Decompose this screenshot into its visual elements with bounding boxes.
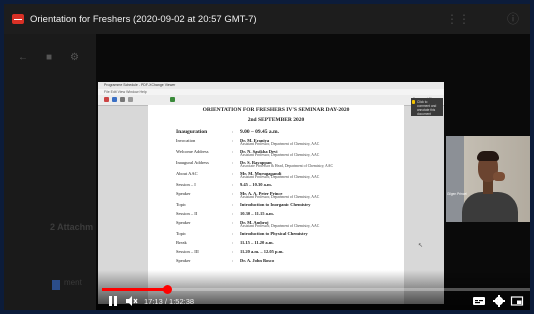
presenter-hand <box>493 172 505 181</box>
miniplayer-icon[interactable] <box>510 294 524 308</box>
schedule-rows: Inauguration: 9.00 – 09.45 a.m. Invocation… <box>176 129 396 267</box>
schedule-row: Inauguration: 9.00 – 09.45 a.m. <box>176 129 396 138</box>
schedule-value: 9.45 – 10.30 a.m. <box>240 182 272 187</box>
schedule-colon: : <box>232 240 234 245</box>
progress-fill <box>102 288 168 291</box>
schedule-colon: : <box>232 211 234 216</box>
mouse-cursor-icon: ↖ <box>418 243 424 249</box>
folder-icon[interactable]: ■ <box>46 52 52 63</box>
schedule-value: 11.15 – 11.20 a.m. <box>240 240 274 245</box>
schedule-affiliation: Assistant Professor, Department of Chemi… <box>240 175 320 179</box>
schedule-value: 10.30 – 11.15 a.m. <box>240 211 274 216</box>
schedule-label: Speaker <box>176 191 191 196</box>
info-icon[interactable]: ⓘ <box>506 12 520 26</box>
schedule-row: About AAC: Mr. M. Murugapandi Assistant Pr… <box>176 171 396 182</box>
schedule-row: Session – I: 9.45 – 10.30 a.m. <box>176 182 396 191</box>
schedule-label: Topic <box>176 231 187 236</box>
schedule-colon: : <box>232 160 234 165</box>
zoom-icon <box>170 97 175 102</box>
schedule-row: Speaker: Mr. A. A. Peter Prince Assistant … <box>176 191 396 202</box>
schedule-colon: : <box>232 231 234 236</box>
schedule-label: Welcome Address <box>176 149 209 154</box>
schedule-row: Speaker: Dr. A. John Bosco <box>176 258 396 267</box>
webcam-feed: Gilgen Prince/ <box>446 136 530 222</box>
participant-label: Gilgen Prince/ <box>447 192 468 196</box>
schedule-label: Inaugural Address <box>176 160 209 165</box>
subtitles-icon[interactable] <box>472 294 486 308</box>
save-icon <box>112 97 117 102</box>
schedule-label: Speaker <box>176 220 191 225</box>
schedule-affiliation: Assistant Professor, Department of Chemi… <box>240 153 320 157</box>
schedule-colon: : <box>232 258 234 263</box>
schedule-colon: : <box>232 202 234 207</box>
back-arrow-icon[interactable]: ← <box>18 52 28 63</box>
schedule-value: 11.20 a.m. – 12.05 p.m. <box>240 249 284 254</box>
schedule-label: Inauguration <box>176 129 208 135</box>
app-frame: Orientation for Freshers (2020-09-02 at … <box>4 4 530 310</box>
time-display: 17:13 / 1:52:38 <box>144 297 195 306</box>
pause-icon[interactable] <box>106 294 120 308</box>
background-toolbar: ← ■ ⚙ <box>18 52 79 63</box>
schedule-colon: : <box>232 191 234 196</box>
comment-tooltip: Click to comment and annotate this docum… <box>411 98 443 116</box>
schedule-label: About AAC <box>176 171 198 176</box>
schedule-colon: : <box>232 171 234 176</box>
presenter-body <box>462 192 518 222</box>
nav-arrow-icon <box>128 97 133 102</box>
schedule-colon: : <box>232 138 234 143</box>
background-drive-panel: ← ■ ⚙ 2 Attachm ment <box>4 34 96 310</box>
schedule-row: Break: 11.15 – 11.20 a.m. <box>176 240 396 249</box>
grid-icon[interactable]: ⋮⋮ <box>446 12 470 26</box>
file-label: ment <box>64 278 82 287</box>
schedule-colon: : <box>232 149 234 154</box>
top-right-controls: ⋮⋮ ⓘ <box>446 12 520 26</box>
schedule-label: Session – II <box>176 211 198 216</box>
schedule-label: Session – I <box>176 182 196 187</box>
schedule-label: Break <box>176 240 187 245</box>
player-controls: 17:13 / 1:52:38 <box>96 270 530 310</box>
schedule-value: Introduction to Physical Chemistry <box>240 231 308 236</box>
schedule-label: Invocation <box>176 138 196 143</box>
schedule-label: Session – III <box>176 249 199 254</box>
video-player[interactable]: Programme Schedule - PDF-XChange Viewer … <box>96 34 530 310</box>
window-title: Orientation for Freshers (2020-09-02 at … <box>30 13 257 25</box>
schedule-row: Topic: Introduction to Physical Chemistry <box>176 231 396 240</box>
page-date: 2nd SEPTEMBER 2020 <box>247 117 305 123</box>
schedule-row: Session – III: 11.20 a.m. – 12.05 p.m. <box>176 249 396 258</box>
schedule-colon: : <box>232 249 234 254</box>
schedule-colon: : <box>232 182 234 187</box>
schedule-value: Introduction to Inorganic Chemistry <box>240 202 311 207</box>
presenter-hair <box>477 151 499 161</box>
title-bar: Orientation for Freshers (2020-09-02 at … <box>4 4 530 34</box>
document-icon <box>52 280 60 290</box>
schedule-affiliation: Assistant Professor, Department of Chemi… <box>240 224 320 228</box>
schedule-value: 9.00 – 09.45 a.m. <box>240 129 279 135</box>
schedule-row: Session – II: 10.30 – 11.15 a.m. <box>176 211 396 220</box>
schedule-affiliation: Assistant Professor, Department of Chemi… <box>240 142 320 146</box>
progress-bar[interactable] <box>102 285 530 294</box>
schedule-row: Speaker: Dr. M. Ambroj Assistant Professor… <box>176 220 396 231</box>
schedule-row: Topic: Introduction to Inorganic Chemistr… <box>176 202 396 211</box>
schedule-label: Speaker <box>176 258 191 263</box>
settings-icon[interactable]: ⚙ <box>70 52 79 63</box>
schedule-value: Dr. A. John Bosco <box>240 258 275 263</box>
schedule-row: Inaugural Address: Dr. S. Rayappan Associa… <box>176 160 396 171</box>
video-file-icon <box>12 14 24 24</box>
schedule-colon: : <box>232 220 234 225</box>
settings-gear-icon[interactable] <box>492 294 506 308</box>
schedule-row: Welcome Address: Dr. N. Sasikha Devi Assis… <box>176 149 396 160</box>
pdf-title: Programme Schedule - PDF-XChange Viewer <box>98 82 444 89</box>
open-file-icon <box>104 97 109 102</box>
presenter-neck <box>483 180 493 194</box>
page-heading: ORIENTATION FOR FRESHERS IV'S SEMINAR DA… <box>202 107 350 113</box>
attachments-label: 2 Attachm <box>50 222 94 232</box>
schedule-colon: : <box>232 129 234 134</box>
mute-icon[interactable] <box>124 294 138 308</box>
schedule-affiliation: Associate Professor & Head, Department o… <box>240 164 334 168</box>
schedule-row: Invocation: Dr. M. Eraniya Assistant Profe… <box>176 138 396 149</box>
scrubber-handle[interactable] <box>163 285 173 294</box>
schedule-affiliation: Assistant Professor, Department of Chemi… <box>240 195 320 199</box>
schedule-label: Topic <box>176 202 187 207</box>
print-icon <box>120 97 125 102</box>
